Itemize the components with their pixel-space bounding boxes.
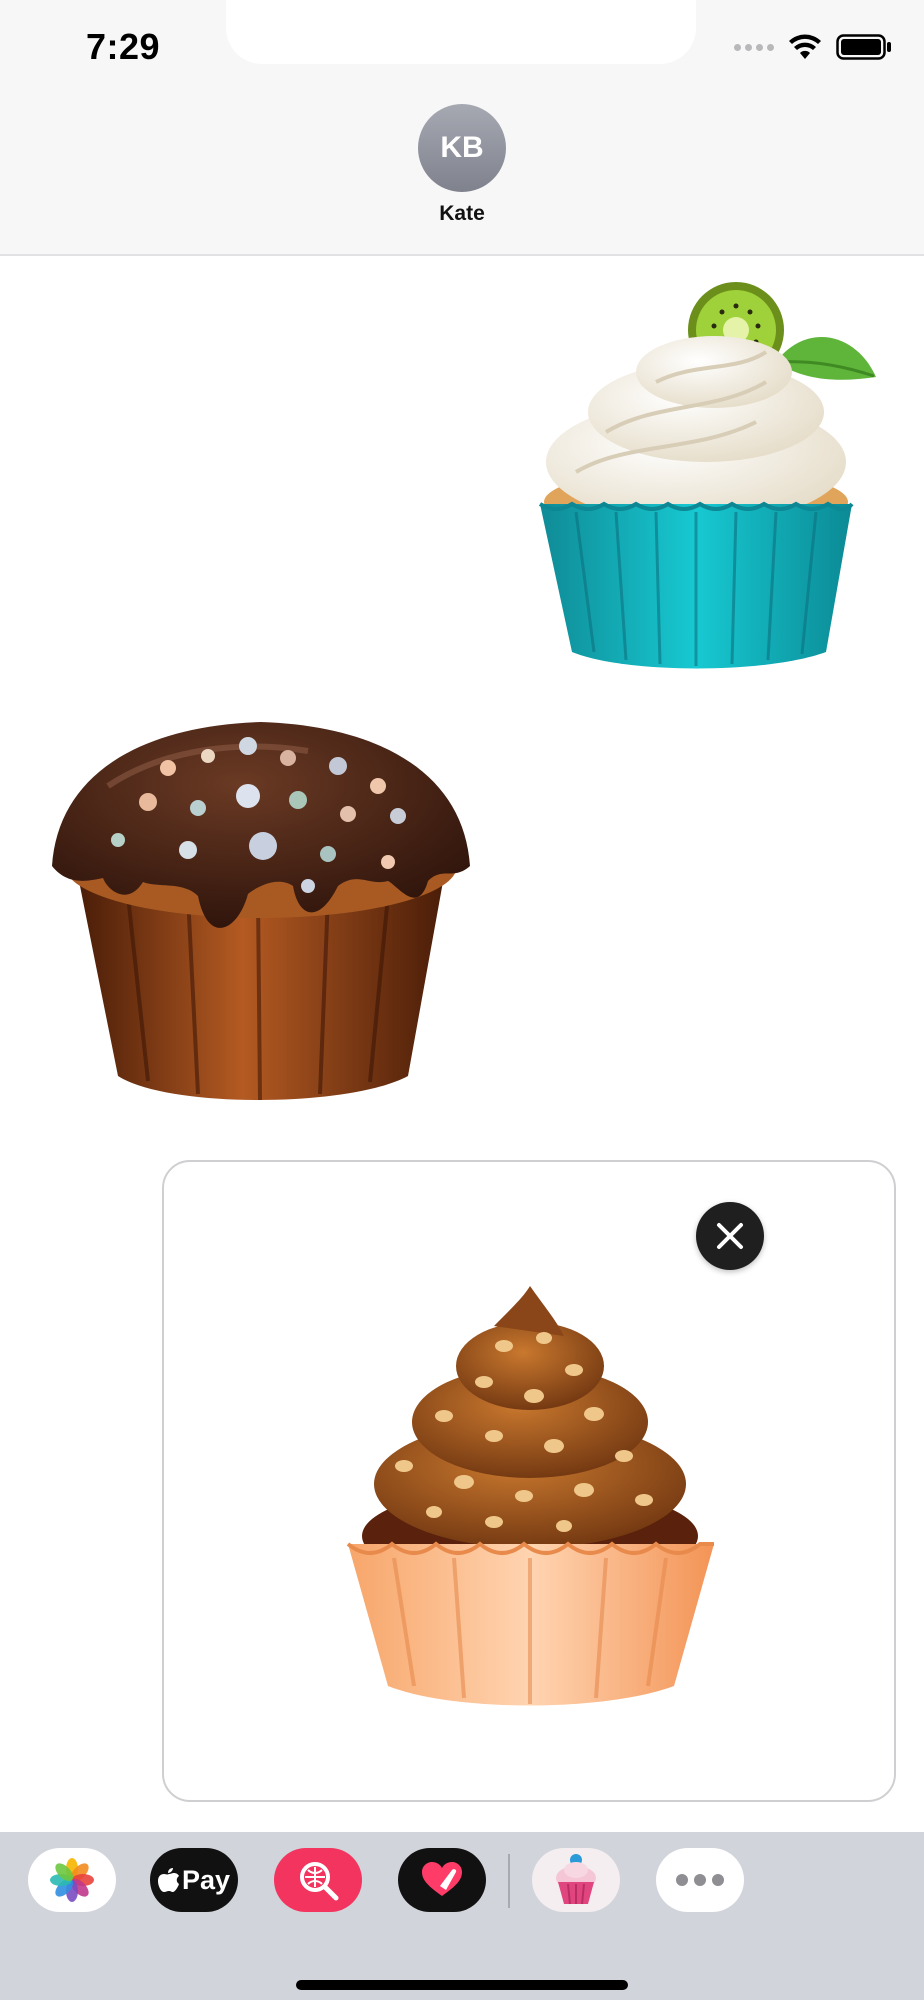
- pending-sticker-caramel-cupcake[interactable]: [344, 1286, 718, 1712]
- compose-sticker-preview: [162, 1160, 896, 1802]
- sticker-message-kiwi-cupcake[interactable]: [536, 282, 882, 676]
- app-photos[interactable]: [28, 1848, 116, 1912]
- app-drawer: Pay: [0, 1832, 924, 2000]
- contact-name[interactable]: Kate: [362, 202, 562, 226]
- more-icon: [676, 1874, 724, 1886]
- apple-pay-label: Pay: [181, 1864, 231, 1895]
- remove-sticker-button[interactable]: [696, 1202, 764, 1270]
- signal-dots-icon: [734, 43, 774, 51]
- close-icon: [717, 1223, 743, 1249]
- contact-avatar[interactable]: KB: [418, 104, 506, 192]
- status-time: 7:29: [86, 26, 161, 67]
- app-apple-pay[interactable]: Pay: [150, 1848, 238, 1912]
- digital-touch-icon: [422, 1862, 462, 1896]
- messages-screen: 7:29 KB Kate Pay: [0, 0, 924, 2000]
- apple-pay-icon: [157, 1868, 179, 1892]
- app-more[interactable]: [656, 1848, 744, 1912]
- app-image-search[interactable]: [274, 1848, 362, 1912]
- wifi-icon: [789, 34, 821, 59]
- drawer-divider: [508, 1854, 510, 1908]
- cupcake-app-icon: [556, 1854, 596, 1905]
- conversation-header: 7:29 KB Kate: [0, 0, 924, 256]
- device-notch: [226, 0, 696, 64]
- home-indicator[interactable]: [296, 1980, 628, 1990]
- app-cupcake-stickers[interactable]: [532, 1848, 620, 1912]
- image-search-icon: [300, 1862, 339, 1901]
- status-icons: [734, 30, 892, 64]
- battery-icon: [836, 34, 891, 60]
- photos-icon: [50, 1858, 94, 1902]
- sticker-message-chocolate-muffin[interactable]: [48, 716, 474, 1106]
- app-digital-touch[interactable]: [398, 1848, 486, 1912]
